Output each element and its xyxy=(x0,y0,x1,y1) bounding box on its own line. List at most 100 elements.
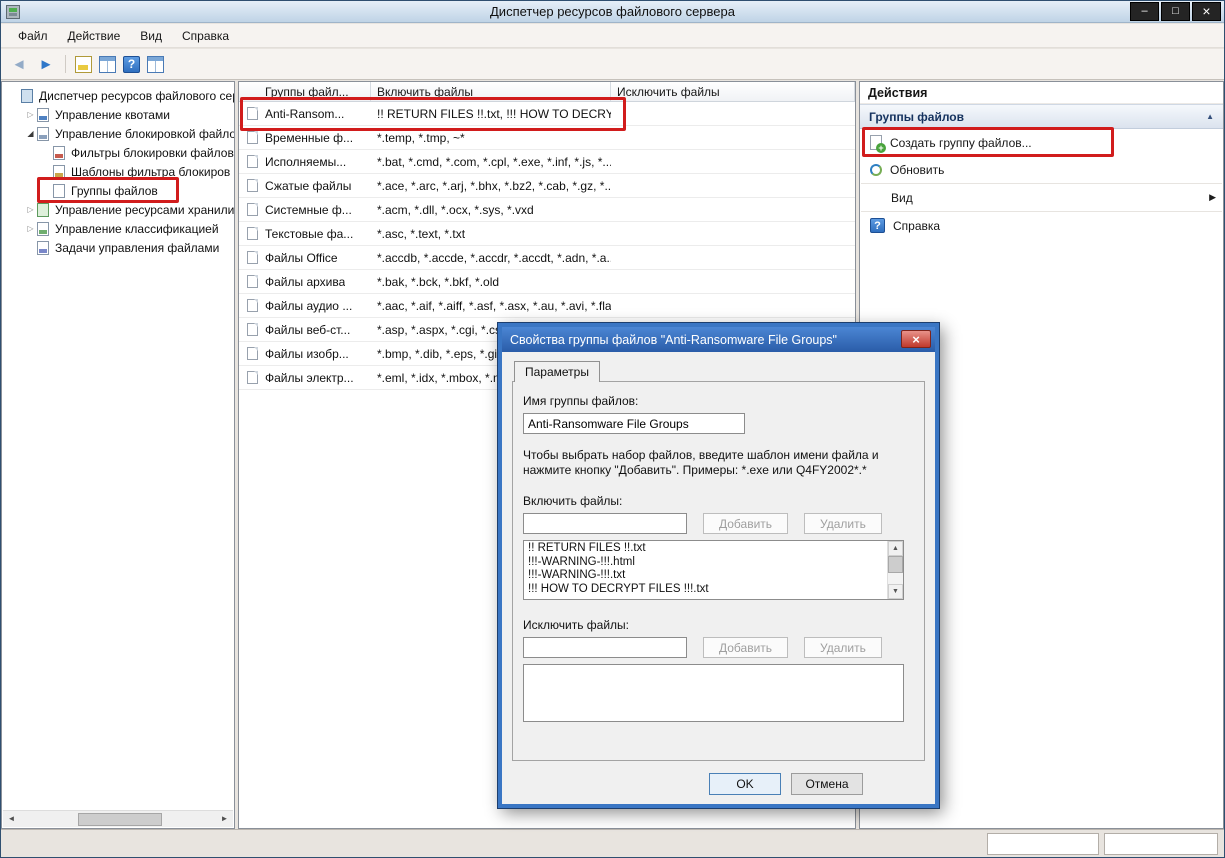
file-group-name: Файлы веб-ст... xyxy=(265,322,351,337)
scroll-thumb[interactable] xyxy=(888,556,903,573)
column-header-include-files[interactable]: Включить файлы xyxy=(371,82,611,101)
console-icon xyxy=(21,88,33,103)
column-header-exclude-files[interactable]: Исключить файлы xyxy=(611,82,855,101)
file-group-name-input[interactable] xyxy=(523,413,745,434)
tree-horizontal-scrollbar[interactable] xyxy=(3,810,233,827)
include-files-label: Включить файлы: xyxy=(523,494,623,508)
toolbar: ◄ ► xyxy=(1,49,1224,80)
file-group-icon xyxy=(247,299,258,312)
filegroup-icon xyxy=(53,183,65,198)
expander-collapsed-icon[interactable] xyxy=(24,206,37,214)
tree-item[interactable]: Диспетчер ресурсов файлового сер xyxy=(2,86,234,105)
tree-item-label: Группы файлов xyxy=(71,183,158,198)
include-files-cell: *.bat, *.cmd, *.com, *.cpl, *.exe, *.inf… xyxy=(377,154,611,169)
tree-item[interactable]: Управление классификацией xyxy=(2,219,234,238)
tree-item[interactable]: Фильтры блокировки файлов xyxy=(2,143,234,162)
tree-item[interactable]: Задачи управления файлами xyxy=(2,238,234,257)
file-group-row[interactable]: Файлы архива *.bak, *.bck, *.bkf, *.old xyxy=(239,270,855,294)
tree-item-label: Фильтры блокировки файлов xyxy=(71,145,234,160)
console-tree-pane: Диспетчер ресурсов файлового сер Управлен… xyxy=(1,81,235,829)
file-group-row[interactable]: Файлы аудио ... *.aac, *.aif, *.aiff, *.a… xyxy=(239,294,855,318)
file-group-row[interactable]: Текстовые фа... *.asc, *.text, *.txt xyxy=(239,222,855,246)
tree-item[interactable]: Шаблоны фильтра блокиров xyxy=(2,162,234,181)
file-group-row[interactable]: Исполняемы... *.bat, *.cmd, *.com, *.cpl,… xyxy=(239,150,855,174)
cancel-button[interactable]: Отмена xyxy=(791,773,863,795)
file-group-name: Файлы Office xyxy=(265,250,338,265)
scroll-left-icon[interactable] xyxy=(3,811,20,827)
include-files-cell: *.accdb, *.accde, *.accdr, *.accdt, *.ad… xyxy=(377,250,611,265)
file-group-icon xyxy=(247,131,258,144)
dialog-titlebar[interactable]: Свойства группы файлов "Anti-Ransomware … xyxy=(502,327,935,352)
maximize-button[interactable] xyxy=(1161,2,1190,21)
app-window: Диспетчер ресурсов файлового сервера Фай… xyxy=(0,0,1225,858)
scroll-down-icon[interactable] xyxy=(888,584,903,599)
dialog-close-button[interactable] xyxy=(901,330,931,348)
actions-group-header[interactable]: Группы файлов xyxy=(860,104,1223,129)
dialog-body: Параметры Имя группы файлов: Чтобы выбра… xyxy=(502,352,935,804)
exclude-add-button[interactable]: Добавить xyxy=(703,637,789,658)
tree-item-label: Диспетчер ресурсов файлового сер xyxy=(39,88,234,103)
file-group-row[interactable]: Anti-Ransom... !! RETURN FILES !!.txt, !!… xyxy=(239,102,855,126)
close-icon xyxy=(1202,4,1210,19)
tree-item[interactable]: Управление блокировкой файло xyxy=(2,124,234,143)
menu-file[interactable]: Файл xyxy=(9,26,57,46)
ok-button[interactable]: OK xyxy=(709,773,781,795)
expander-expanded-icon[interactable] xyxy=(24,130,37,138)
menu-view[interactable]: Вид xyxy=(131,26,171,46)
include-file-item[interactable]: !! RETURN FILES !!.txt xyxy=(524,542,886,556)
include-files-listbox[interactable]: !! RETURN FILES !!.txt !!!-WARNING-!!!.ht… xyxy=(523,540,904,600)
include-pattern-input[interactable] xyxy=(523,513,687,534)
menu-action[interactable]: Действие xyxy=(59,26,130,46)
export-list-icon[interactable] xyxy=(75,55,92,73)
action-create-file-group[interactable]: Создать группу файлов... xyxy=(860,129,1223,156)
exclude-files-label: Исключить файлы: xyxy=(523,618,629,632)
forward-button[interactable]: ► xyxy=(36,57,56,72)
refresh-icon xyxy=(870,163,882,176)
file-group-name: Файлы аудио ... xyxy=(265,298,353,313)
tree-item[interactable]: Управление квотами xyxy=(2,105,234,124)
file-group-icon xyxy=(247,227,258,240)
file-group-row[interactable]: Системные ф... *.acm, *.dll, *.ocx, *.sys… xyxy=(239,198,855,222)
action-help[interactable]: Справка xyxy=(860,212,1223,239)
panes-icon[interactable] xyxy=(147,55,164,73)
minimize-button[interactable] xyxy=(1130,2,1159,21)
include-file-item[interactable]: !!!-WARNING-!!!.txt xyxy=(524,569,886,583)
include-file-item[interactable]: !!!-WARNING-!!!.html xyxy=(524,556,886,570)
include-add-button[interactable]: Добавить xyxy=(703,513,789,534)
dialog-title: Свойства группы файлов "Anti-Ransomware … xyxy=(510,332,837,347)
menu-help[interactable]: Справка xyxy=(173,26,238,46)
expander-collapsed-icon[interactable] xyxy=(24,225,37,233)
exclude-files-listbox[interactable] xyxy=(523,664,904,722)
file-group-row[interactable]: Сжатые файлы *.ace, *.arc, *.arj, *.bhx, … xyxy=(239,174,855,198)
scroll-thumb[interactable] xyxy=(78,812,162,826)
expander-collapsed-icon[interactable] xyxy=(24,111,37,119)
scroll-up-icon[interactable] xyxy=(888,541,903,556)
scroll-right-icon[interactable] xyxy=(216,811,233,827)
console-tree-icon[interactable] xyxy=(99,55,116,73)
file-group-icon xyxy=(247,323,258,336)
status-strip xyxy=(1,829,1224,857)
exclude-remove-button[interactable]: Удалить xyxy=(804,637,882,658)
action-view[interactable]: Вид xyxy=(860,184,1223,211)
back-button[interactable]: ◄ xyxy=(9,57,29,72)
collapse-icon[interactable] xyxy=(1206,112,1214,121)
file-group-icon xyxy=(247,203,258,216)
file-group-name: Anti-Ransom... xyxy=(265,106,345,121)
close-button[interactable] xyxy=(1192,2,1221,21)
tab-parameters[interactable]: Параметры xyxy=(514,361,600,382)
tree-item[interactable]: Группы файлов xyxy=(2,181,234,200)
help-icon[interactable] xyxy=(123,55,140,73)
file-group-icon xyxy=(247,371,258,384)
action-refresh[interactable]: Обновить xyxy=(860,156,1223,183)
file-group-icon xyxy=(247,347,258,360)
column-header-file-groups[interactable]: Группы файл... xyxy=(239,82,371,101)
exclude-pattern-input[interactable] xyxy=(523,637,687,658)
include-file-item[interactable]: !!! HOW TO DECRYPT FILES !!!.txt xyxy=(524,583,886,597)
file-group-name: Файлы изобр... xyxy=(265,346,349,361)
file-group-row[interactable]: Файлы Office *.accdb, *.accde, *.accdr, *… xyxy=(239,246,855,270)
listbox-scrollbar[interactable] xyxy=(887,541,903,599)
file-group-row[interactable]: Временные ф... *.temp, *.tmp, ~* xyxy=(239,126,855,150)
tree-item[interactable]: Управление ресурсами хранили xyxy=(2,200,234,219)
include-remove-button[interactable]: Удалить xyxy=(804,513,882,534)
menubar: Файл Действие Вид Справка xyxy=(1,24,1224,48)
